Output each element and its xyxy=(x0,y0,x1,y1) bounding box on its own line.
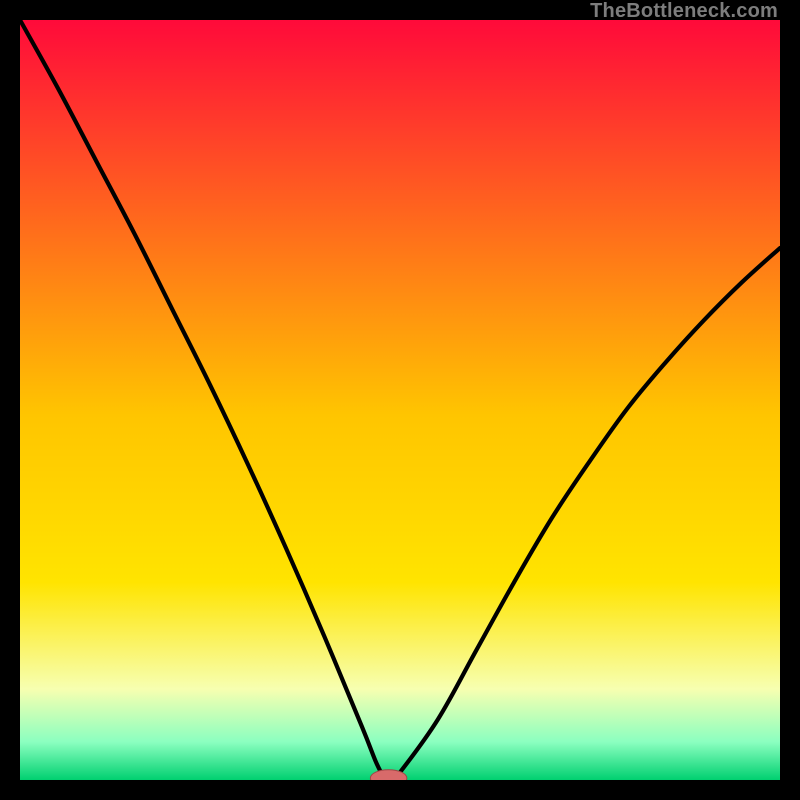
bottleneck-chart xyxy=(20,20,780,780)
gradient-background xyxy=(20,20,780,780)
chart-frame: TheBottleneck.com xyxy=(0,0,800,800)
plot-area xyxy=(20,20,780,780)
